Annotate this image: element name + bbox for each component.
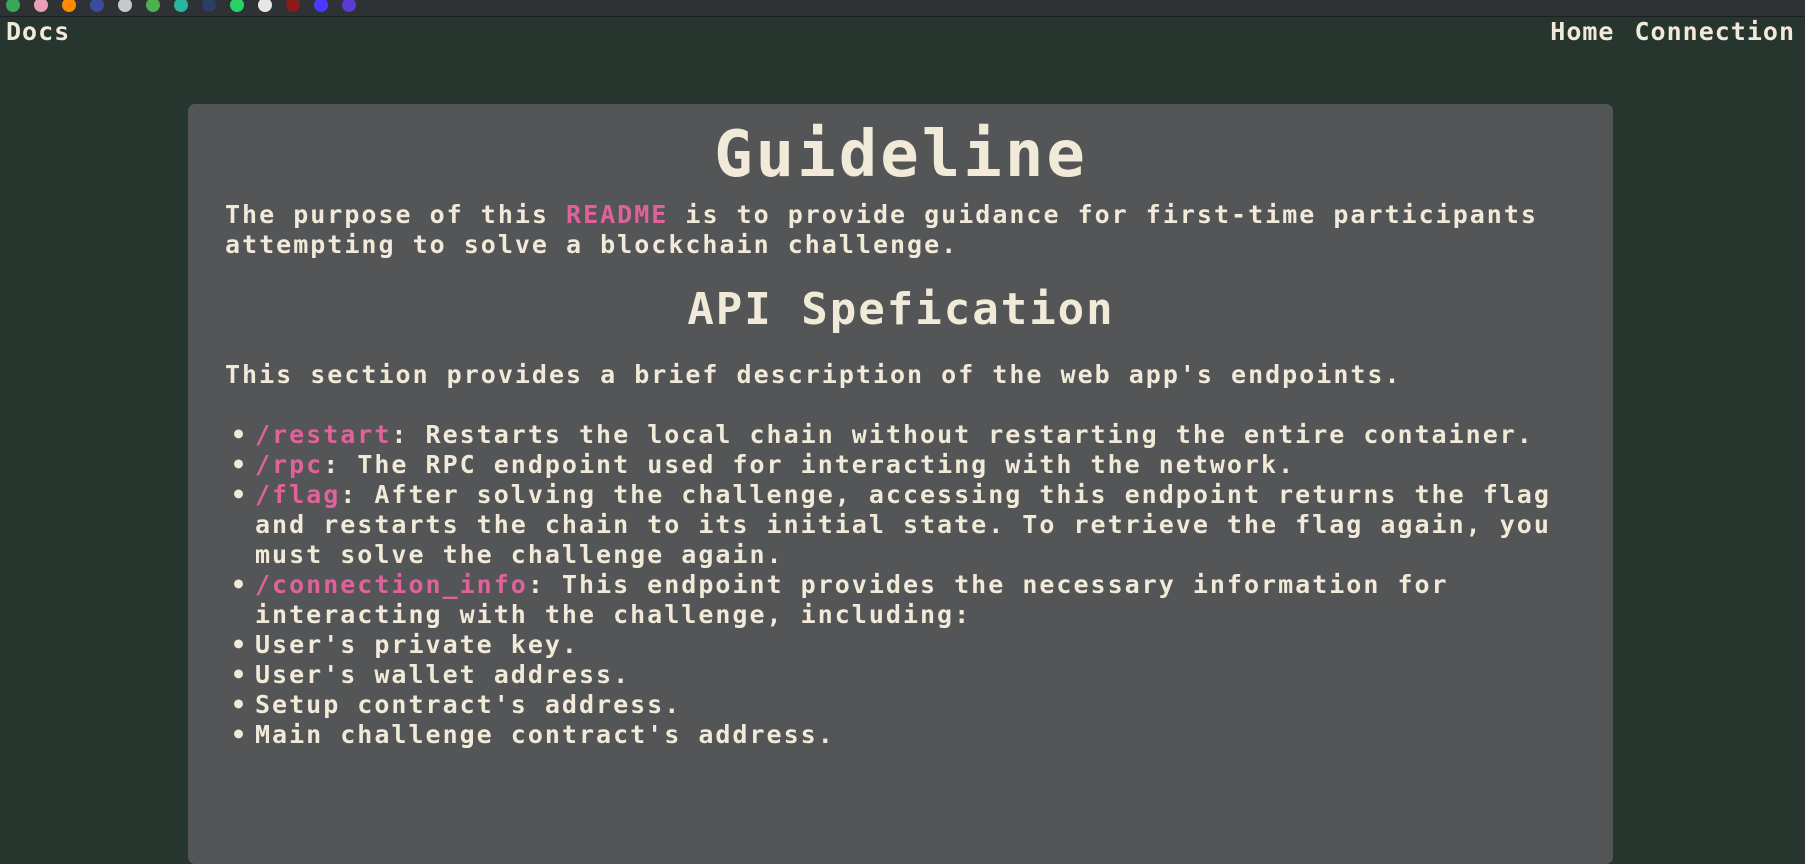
nav-links: Home Connection <box>1550 17 1795 47</box>
mail-icon[interactable] <box>6 0 20 12</box>
drive-icon[interactable] <box>118 0 132 12</box>
list-item: User's wallet address. <box>225 660 1577 690</box>
nav-home-link[interactable]: Home <box>1550 17 1614 47</box>
pig-icon[interactable] <box>34 0 48 12</box>
endpoint-list: /restart: Restarts the local chain witho… <box>225 420 1577 750</box>
b-logo-icon[interactable] <box>314 0 328 12</box>
endpoint-desc: : After solving the challenge, accessing… <box>255 480 1551 569</box>
diamond-icon[interactable] <box>342 0 356 12</box>
endpoint-desc: : The RPC endpoint used for interacting … <box>323 450 1296 479</box>
list-item: /flag: After solving the challenge, acce… <box>225 480 1577 570</box>
hexagon-icon[interactable] <box>146 0 160 12</box>
list-item: /connection_info: This endpoint provides… <box>225 570 1577 630</box>
list-item: /rpc: The RPC endpoint used for interact… <box>225 450 1577 480</box>
endpoint-path: /flag <box>255 480 341 509</box>
api-description: This section provides a brief descriptio… <box>225 360 1402 389</box>
intro-text-before: The purpose of this <box>225 200 567 229</box>
nav-connection-link[interactable]: Connection <box>1634 17 1795 47</box>
intro-paragraph: The purpose of this README is to provide… <box>225 200 1577 260</box>
runner-icon[interactable] <box>174 0 188 12</box>
endpoint-path: /connection_info <box>255 570 528 599</box>
github-icon[interactable] <box>258 0 272 12</box>
readme-highlight: README <box>566 200 669 229</box>
api-section-title: API Spefication <box>687 284 1115 335</box>
list-item: Main challenge contract's address. <box>225 720 1577 750</box>
endpoint-path: /restart <box>255 420 392 449</box>
top-navigation: Docs Home Connection <box>0 17 1805 47</box>
list-item: Setup contract's address. <box>225 690 1577 720</box>
docs-card: Guideline The purpose of this README is … <box>188 104 1613 864</box>
list-item: User's private key. <box>225 630 1577 660</box>
radar-icon[interactable] <box>90 0 104 12</box>
page-title: Guideline <box>714 118 1088 192</box>
endpoint-desc: : Restarts the local chain without resta… <box>391 420 1534 449</box>
endpoint-path: /rpc <box>255 450 324 479</box>
brand-link[interactable]: Docs <box>6 17 70 47</box>
house-icon[interactable] <box>202 0 216 12</box>
list-item: /restart: Restarts the local chain witho… <box>225 420 1577 450</box>
bookmarks-bar <box>0 0 1805 17</box>
firefox-icon[interactable] <box>62 0 76 12</box>
whatsapp-icon[interactable] <box>230 0 244 12</box>
bug-icon[interactable] <box>286 0 300 12</box>
